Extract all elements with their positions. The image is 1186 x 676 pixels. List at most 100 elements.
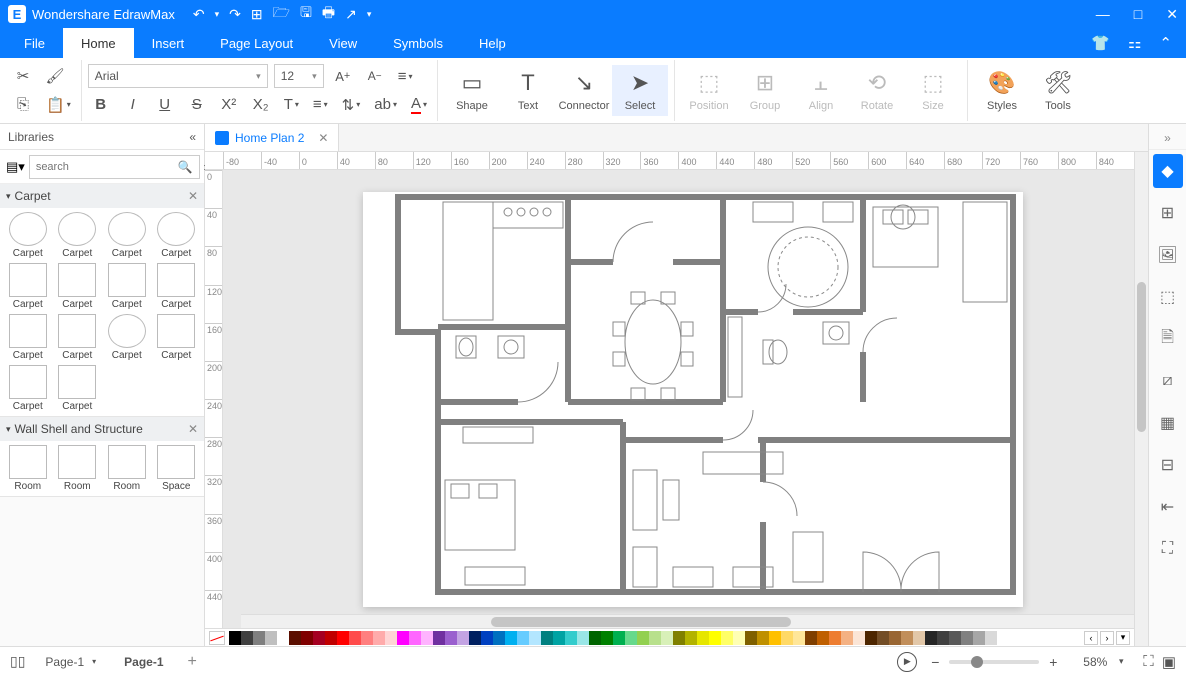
underline-icon[interactable]: U	[152, 92, 178, 118]
export-icon[interactable]: ↗	[345, 6, 357, 23]
tab-home[interactable]: Home	[63, 28, 134, 58]
color-chip[interactable]	[949, 631, 961, 645]
color-chip[interactable]	[817, 631, 829, 645]
library-item[interactable]: Carpet	[153, 263, 201, 310]
color-chip[interactable]	[889, 631, 901, 645]
new-icon[interactable]: ⊞	[251, 6, 263, 23]
color-prev-icon[interactable]: ‹	[1084, 631, 1098, 645]
color-chip[interactable]	[745, 631, 757, 645]
library-item[interactable]: Room	[103, 445, 151, 492]
layers-icon[interactable]: ⬚	[1153, 280, 1183, 314]
document-tab[interactable]: Home Plan 2 ✕	[205, 124, 339, 151]
collapse-ribbon-icon[interactable]: ⌃	[1159, 34, 1172, 52]
color-chip[interactable]	[601, 631, 613, 645]
color-chip[interactable]	[241, 631, 253, 645]
font-color-icon[interactable]: A▾	[407, 92, 431, 118]
color-chip[interactable]	[985, 631, 997, 645]
color-chip[interactable]	[841, 631, 853, 645]
color-chip[interactable]	[685, 631, 697, 645]
undo-dd-icon[interactable]: ▾	[215, 9, 220, 20]
tools-button[interactable]: 🛠Tools	[1030, 65, 1086, 116]
color-more-icon[interactable]: ▾	[1116, 631, 1130, 645]
color-chip[interactable]	[481, 631, 493, 645]
color-chip[interactable]	[805, 631, 817, 645]
libraries-menu-icon[interactable]: ▤▾	[6, 159, 25, 175]
color-chip[interactable]	[469, 631, 481, 645]
color-chip[interactable]	[877, 631, 889, 645]
color-chip[interactable]	[625, 631, 637, 645]
minimize-button[interactable]: —	[1096, 6, 1110, 23]
color-chip[interactable]	[493, 631, 505, 645]
outdent-icon[interactable]: ⇤	[1153, 490, 1183, 524]
color-chip[interactable]	[697, 631, 709, 645]
library-item[interactable]: Carpet	[54, 263, 102, 310]
color-chip[interactable]	[613, 631, 625, 645]
zoom-slider[interactable]	[949, 660, 1039, 664]
subscript-icon[interactable]: X₂	[248, 92, 274, 118]
color-chip[interactable]	[301, 631, 313, 645]
color-chip[interactable]	[829, 631, 841, 645]
search-input[interactable]	[36, 161, 178, 173]
align-text-icon[interactable]: ≡▾	[394, 63, 417, 89]
color-chip[interactable]	[229, 631, 241, 645]
search-box[interactable]: 🔍	[29, 155, 200, 179]
tab-page-layout[interactable]: Page Layout	[202, 28, 311, 58]
image-icon[interactable]: 🖼	[1153, 238, 1183, 272]
color-chip[interactable]	[277, 631, 289, 645]
color-chip[interactable]	[517, 631, 529, 645]
color-chip[interactable]	[661, 631, 673, 645]
color-chip[interactable]	[529, 631, 541, 645]
color-chip[interactable]	[373, 631, 385, 645]
color-chip[interactable]	[313, 631, 325, 645]
tab-view[interactable]: View	[311, 28, 375, 58]
color-chip[interactable]	[961, 631, 973, 645]
color-chip[interactable]	[673, 631, 685, 645]
grid-icon[interactable]: ⊞	[1153, 196, 1183, 230]
color-chip[interactable]	[457, 631, 469, 645]
horizontal-scrollbar[interactable]	[241, 614, 1134, 628]
page-select[interactable]: Page-1 ▾	[37, 653, 104, 671]
page-tab[interactable]: Page-1	[114, 651, 173, 673]
color-chip[interactable]	[553, 631, 565, 645]
case-icon[interactable]: T▾	[280, 92, 303, 118]
zoom-knob[interactable]	[971, 656, 983, 668]
library-item[interactable]: Carpet	[54, 314, 102, 361]
horizontal-scroll-thumb[interactable]	[491, 617, 791, 627]
zoom-in-button[interactable]: +	[1045, 654, 1061, 670]
close-section-icon[interactable]: ✕	[188, 189, 198, 203]
library-item[interactable]: Carpet	[4, 314, 52, 361]
chart-icon[interactable]: ⧄	[1153, 364, 1183, 398]
library-item[interactable]: Room	[54, 445, 102, 492]
color-chip[interactable]	[781, 631, 793, 645]
vertical-scroll-thumb[interactable]	[1137, 282, 1146, 432]
color-chip[interactable]	[937, 631, 949, 645]
section-header[interactable]: ▾Wall Shell and Structure✕	[0, 417, 204, 441]
open-icon[interactable]: 🗁	[273, 2, 290, 26]
save-icon[interactable]: 🖫	[300, 2, 312, 26]
text-dir-icon[interactable]: ab▾	[370, 92, 401, 118]
color-chip[interactable]	[901, 631, 913, 645]
color-chip[interactable]	[445, 631, 457, 645]
group-button[interactable]: ⊞Group	[737, 65, 793, 116]
color-chip[interactable]	[589, 631, 601, 645]
align-button[interactable]: ⫠Align	[793, 65, 849, 116]
zoom-out-button[interactable]: −	[927, 654, 943, 670]
color-chip[interactable]	[793, 631, 805, 645]
bullets-icon[interactable]: ≡▾	[309, 92, 332, 118]
page-icon[interactable]: 🗎	[1153, 322, 1183, 356]
color-chip[interactable]	[541, 631, 553, 645]
color-chip[interactable]	[913, 631, 925, 645]
print-icon[interactable]: 🖶	[322, 2, 335, 26]
library-item[interactable]: Room	[4, 445, 52, 492]
undo-icon[interactable]: ↶	[193, 6, 205, 23]
color-chip[interactable]	[349, 631, 361, 645]
tshirt-icon[interactable]: 👕	[1091, 34, 1110, 52]
redo-icon[interactable]: ↷	[229, 6, 241, 23]
bold-icon[interactable]: B	[88, 92, 114, 118]
color-chip[interactable]	[385, 631, 397, 645]
library-item[interactable]: Carpet	[153, 314, 201, 361]
color-chip[interactable]	[925, 631, 937, 645]
library-item[interactable]: Carpet	[4, 263, 52, 310]
color-chip[interactable]	[433, 631, 445, 645]
increase-font-icon[interactable]: A+	[330, 63, 356, 89]
